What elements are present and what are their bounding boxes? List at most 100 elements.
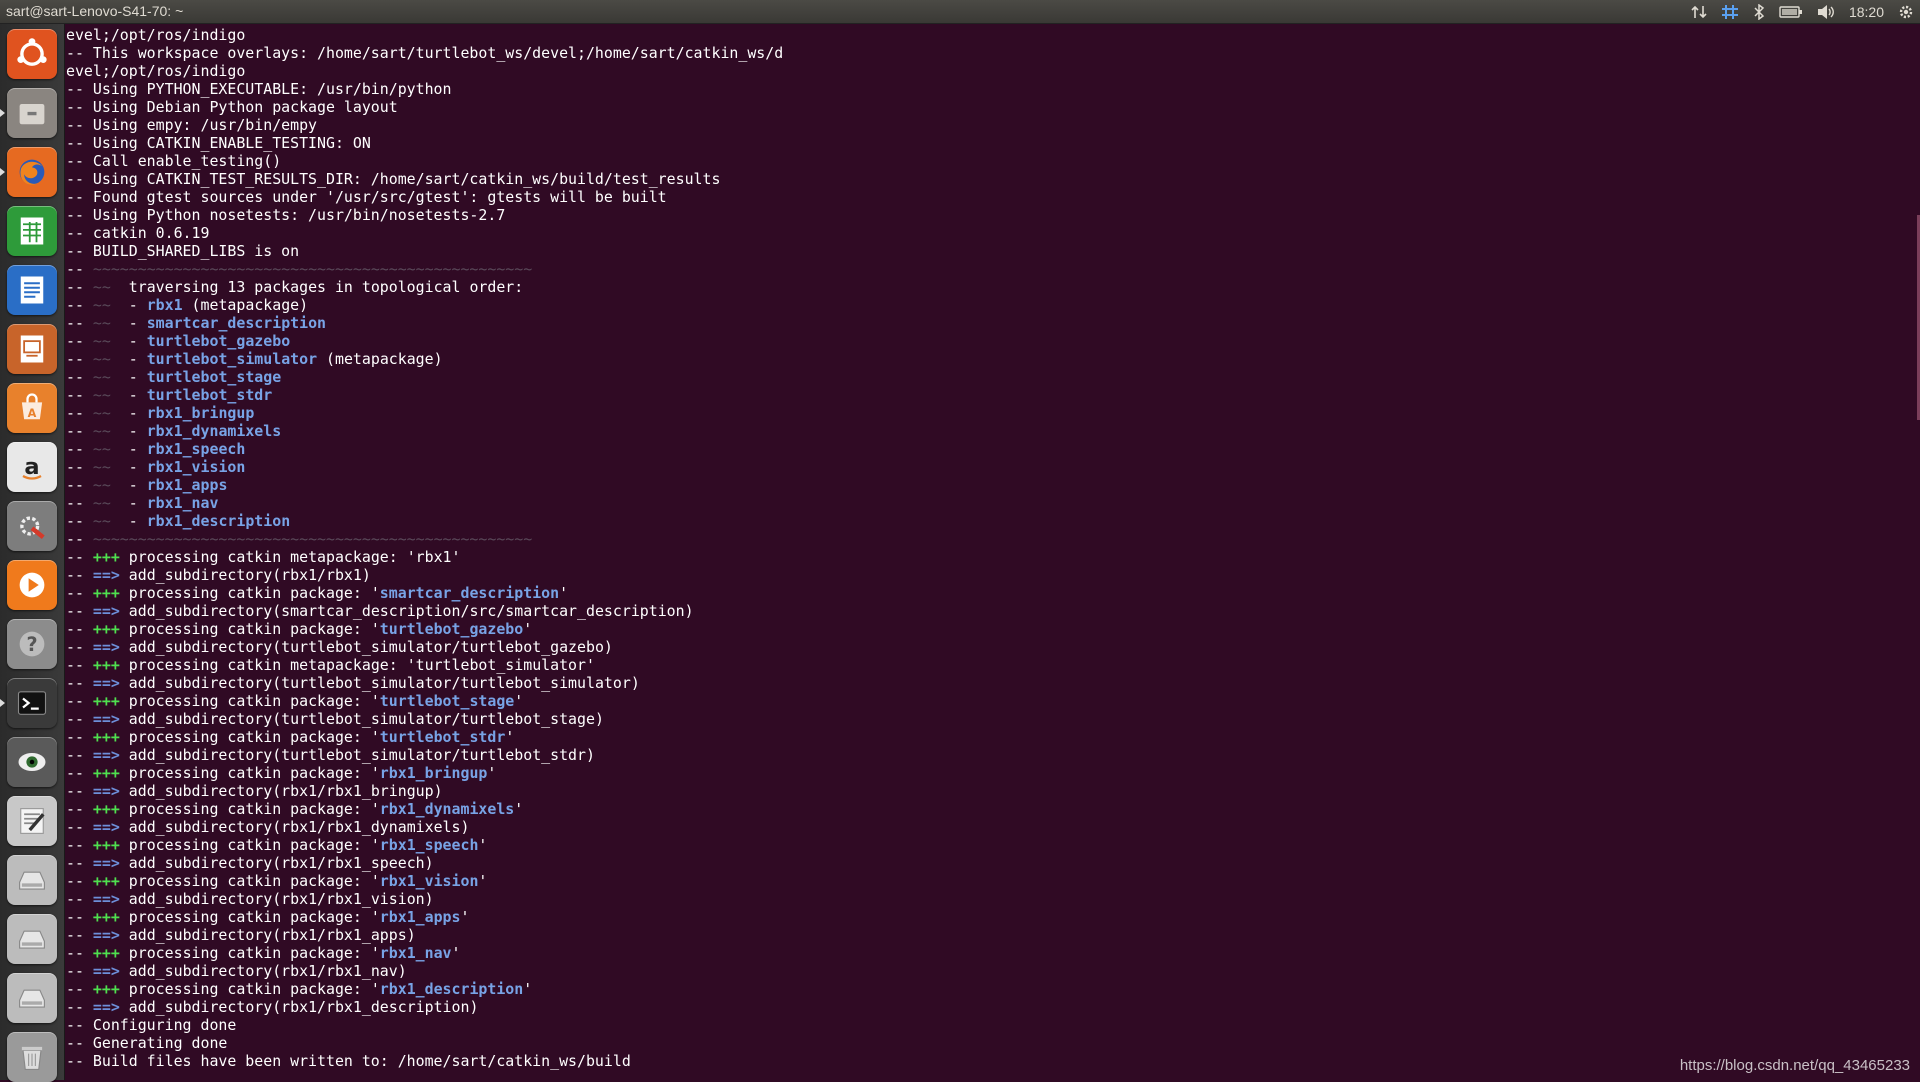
terminal-text: --: [66, 854, 93, 872]
libreoffice-writer-icon[interactable]: [7, 265, 57, 315]
terminal-line: -- +++ processing catkin metapackage: 't…: [66, 656, 1906, 674]
terminal-text: --: [66, 476, 93, 494]
terminal-text: ': [451, 944, 461, 962]
terminal-text: -- Generating done: [66, 1034, 228, 1052]
terminal-text: ==>: [92, 962, 120, 980]
terminal-text: --: [66, 782, 93, 800]
firefox-icon[interactable]: [7, 147, 57, 197]
package-name: smartcar_description: [379, 584, 560, 602]
terminal-text: ==>: [92, 674, 120, 692]
terminal-text: --: [66, 836, 93, 854]
svg-text:?: ?: [26, 633, 37, 656]
terminal-text: ==>: [92, 854, 120, 872]
terminal-text: ': [514, 800, 524, 818]
svg-text:A: A: [28, 407, 37, 420]
terminal-text: processing catkin package: ': [119, 836, 380, 854]
trash-icon[interactable]: [7, 1032, 57, 1082]
terminal-text: ==>: [92, 566, 120, 584]
terminal-text: -- Build files have been written to: /ho…: [66, 1052, 631, 1070]
image-viewer-icon[interactable]: [7, 737, 57, 787]
package-name: turtlebot_stage: [379, 692, 515, 710]
terminal-text: ~~: [92, 386, 111, 404]
terminal-text: add_subdirectory(rbx1/rbx1_vision): [119, 890, 434, 908]
terminal-text: ~~~~~~~~~~~~~~~~~~~~~~~~~~~~~~~~~~~~~~~~…: [92, 530, 533, 548]
libreoffice-impress-icon[interactable]: [7, 324, 57, 374]
package-name: rbx1_bringup: [146, 404, 255, 422]
terminal-line: -- ==> add_subdirectory(rbx1/rbx1_vision…: [66, 890, 1906, 908]
terminal-text: --: [66, 872, 93, 890]
package-name: rbx1_description: [379, 980, 524, 998]
terminal-text: add_subdirectory(rbx1/rbx1_apps): [119, 926, 416, 944]
terminal-text: ': [478, 872, 488, 890]
terminal-line: -- ==> add_subdirectory(rbx1/rbx1_apps): [66, 926, 1906, 944]
terminal-icon[interactable]: [7, 678, 57, 728]
terminal-text: add_subdirectory(rbx1/rbx1): [119, 566, 371, 584]
volume-icon[interactable]: [1817, 4, 1835, 20]
input-method-icon[interactable]: [1721, 4, 1739, 20]
terminal-text: +++: [92, 728, 120, 746]
terminal-text: ~~: [92, 404, 111, 422]
terminal-text: ==>: [92, 746, 120, 764]
launcher: Aa?: [0, 24, 64, 1082]
drive-icon-2[interactable]: [7, 914, 57, 964]
help-icon[interactable]: ?: [7, 619, 57, 669]
terminal-text: --: [66, 674, 93, 692]
ubuntu-dash-icon[interactable]: [7, 29, 57, 79]
terminal-line: -- Using PYTHON_EXECUTABLE: /usr/bin/pyt…: [66, 80, 1906, 98]
libreoffice-calc-icon[interactable]: [7, 206, 57, 256]
terminal-text: traversing 13 packages in topological or…: [110, 278, 524, 296]
terminal-text: --: [66, 800, 93, 818]
package-name: turtlebot_stdr: [379, 728, 506, 746]
terminal-line: -- ==> add_subdirectory(turtlebot_simula…: [66, 638, 1906, 656]
terminal-text: --: [66, 980, 93, 998]
terminal-line: -- ~~ - turtlebot_gazebo: [66, 332, 1906, 350]
terminal-output[interactable]: evel;/opt/ros/indigo -- This workspace ov…: [66, 24, 1906, 1082]
terminal-text: ~~: [92, 476, 111, 494]
terminal-line: -- Using CATKIN_TEST_RESULTS_DIR: /home/…: [66, 170, 1906, 188]
terminal-line: -- ==> add_subdirectory(rbx1/rbx1_descri…: [66, 998, 1906, 1016]
amazon-icon[interactable]: a: [7, 442, 57, 492]
terminal-text: -- Using Debian Python package layout: [66, 98, 398, 116]
terminal-line: -- ==> add_subdirectory(rbx1/rbx1_speech…: [66, 854, 1906, 872]
terminal-line: -- ~~ - rbx1 (metapackage): [66, 296, 1906, 314]
battery-icon[interactable]: [1779, 5, 1803, 19]
terminal-text: --: [66, 296, 93, 314]
gear-icon[interactable]: [1898, 4, 1914, 20]
terminal-text: processing catkin package: ': [119, 908, 380, 926]
bluetooth-icon[interactable]: [1753, 4, 1765, 20]
terminal-text: +++: [92, 836, 120, 854]
terminal-text: add_subdirectory(rbx1/rbx1_nav): [119, 962, 407, 980]
terminal-text: --: [66, 710, 93, 728]
files-icon[interactable]: [7, 88, 57, 138]
terminal-text: --: [66, 620, 93, 638]
terminal-line: -- ==> add_subdirectory(rbx1/rbx1_nav): [66, 962, 1906, 980]
terminal-text: ==>: [92, 926, 120, 944]
terminal-text: --: [66, 530, 93, 548]
text-editor-icon[interactable]: [7, 796, 57, 846]
terminal-text: --: [66, 818, 93, 836]
terminal-line: -- +++ processing catkin package: 'rbx1_…: [66, 800, 1906, 818]
drive-icon-3[interactable]: [7, 973, 57, 1023]
terminal-text: --: [66, 728, 93, 746]
terminal-line: -- ==> add_subdirectory(turtlebot_simula…: [66, 710, 1906, 728]
terminal-line: -- Call enable_testing(): [66, 152, 1906, 170]
terminal-text: ==>: [92, 782, 120, 800]
terminal-text: ': [478, 836, 488, 854]
software-center-icon[interactable]: A: [7, 383, 57, 433]
drive-icon-1[interactable]: [7, 855, 57, 905]
svg-text:a: a: [24, 454, 39, 480]
terminal-text: -: [110, 404, 147, 422]
clock[interactable]: 18:20: [1849, 4, 1884, 20]
terminal-line: -- Generating done: [66, 1034, 1906, 1052]
terminal-line: -- This workspace overlays: /home/sart/t…: [66, 44, 1906, 62]
terminal-text: add_subdirectory(turtlebot_simulator/tur…: [119, 638, 613, 656]
terminal-line: -- Using CATKIN_ENABLE_TESTING: ON: [66, 134, 1906, 152]
terminal-line: -- Using Debian Python package layout: [66, 98, 1906, 116]
terminal-text: add_subdirectory(rbx1/rbx1_dynamixels): [119, 818, 470, 836]
network-transfer-icon[interactable]: [1691, 4, 1707, 20]
terminal-text: ~~: [92, 494, 111, 512]
package-name: rbx1_apps: [146, 476, 228, 494]
media-player-icon[interactable]: [7, 560, 57, 610]
system-settings-icon[interactable]: [7, 501, 57, 551]
terminal-line: -- +++ processing catkin package: 'turtl…: [66, 620, 1906, 638]
